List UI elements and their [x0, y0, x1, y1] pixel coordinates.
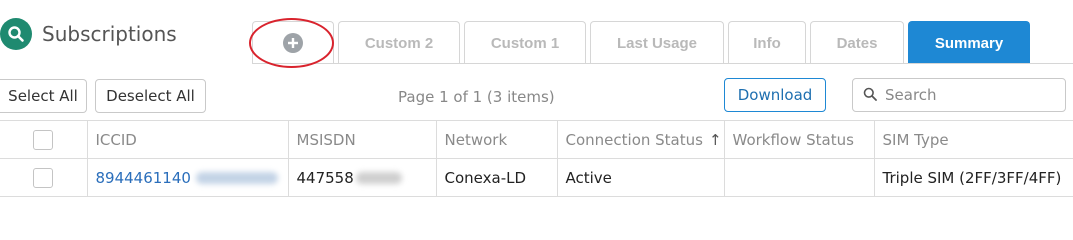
redacted-value	[355, 172, 402, 184]
app-header: Subscriptions	[0, 16, 177, 52]
select-column-header	[0, 120, 88, 159]
select-all-button[interactable]: Select All	[0, 79, 87, 113]
sim-type-cell: Triple SIM (2FF/3FF/4FF)	[873, 158, 1073, 197]
row-select-cell	[0, 158, 88, 197]
plus-circle-icon	[283, 33, 303, 53]
select-all-checkbox[interactable]	[33, 129, 54, 150]
search-input[interactable]	[885, 86, 1055, 104]
workflow-status-cell	[723, 158, 875, 197]
tab-summary[interactable]: Summary	[908, 21, 1030, 64]
column-header-sim-type[interactable]: SIM Type	[873, 120, 1073, 159]
download-button[interactable]: Download	[724, 78, 826, 112]
subscriptions-table: ICCID MSISDN Network Connection Status ↑ …	[0, 120, 1073, 197]
column-header-msisdn[interactable]: MSISDN	[287, 120, 437, 159]
tab-info[interactable]: Info	[728, 21, 806, 64]
add-tab-button[interactable]	[252, 21, 334, 64]
table-header-row: ICCID MSISDN Network Connection Status ↑ …	[0, 120, 1073, 159]
table-row[interactable]: 8944461140 447558 Conexa-LD Active Tripl…	[0, 158, 1073, 197]
column-header-label: Connection Status	[565, 130, 703, 149]
search-icon	[0, 18, 32, 50]
msisdn-value: 447558	[296, 168, 354, 187]
column-header-connection-status[interactable]: Connection Status ↑	[556, 120, 725, 159]
tab-custom-2[interactable]: Custom 2	[338, 21, 460, 64]
column-header-network[interactable]: Network	[435, 120, 558, 159]
pagination-info: Page 1 of 1 (3 items)	[398, 88, 555, 106]
deselect-all-button[interactable]: Deselect All	[95, 79, 206, 113]
search-box[interactable]	[852, 78, 1066, 112]
page-title: Subscriptions	[42, 22, 177, 46]
sort-ascending-icon: ↑	[708, 130, 722, 149]
tab-dates[interactable]: Dates	[810, 21, 904, 64]
tab-bar: Custom 2 Custom 1 Last Usage Info Dates …	[252, 20, 1034, 64]
msisdn-cell: 447558	[287, 158, 437, 197]
network-cell: Conexa-LD	[435, 158, 558, 197]
iccid-link[interactable]: 8944461140	[96, 169, 191, 187]
iccid-cell: 8944461140	[86, 158, 289, 197]
column-header-workflow-status[interactable]: Workflow Status	[723, 120, 875, 159]
tab-divider	[252, 63, 1073, 64]
tab-custom-1[interactable]: Custom 1	[464, 21, 586, 64]
column-header-iccid[interactable]: ICCID	[86, 120, 289, 159]
tab-last-usage[interactable]: Last Usage	[590, 21, 724, 64]
magnifier-icon	[863, 86, 877, 105]
redacted-value	[195, 172, 278, 184]
connection-status-cell: Active	[556, 158, 725, 197]
row-checkbox[interactable]	[33, 167, 54, 188]
